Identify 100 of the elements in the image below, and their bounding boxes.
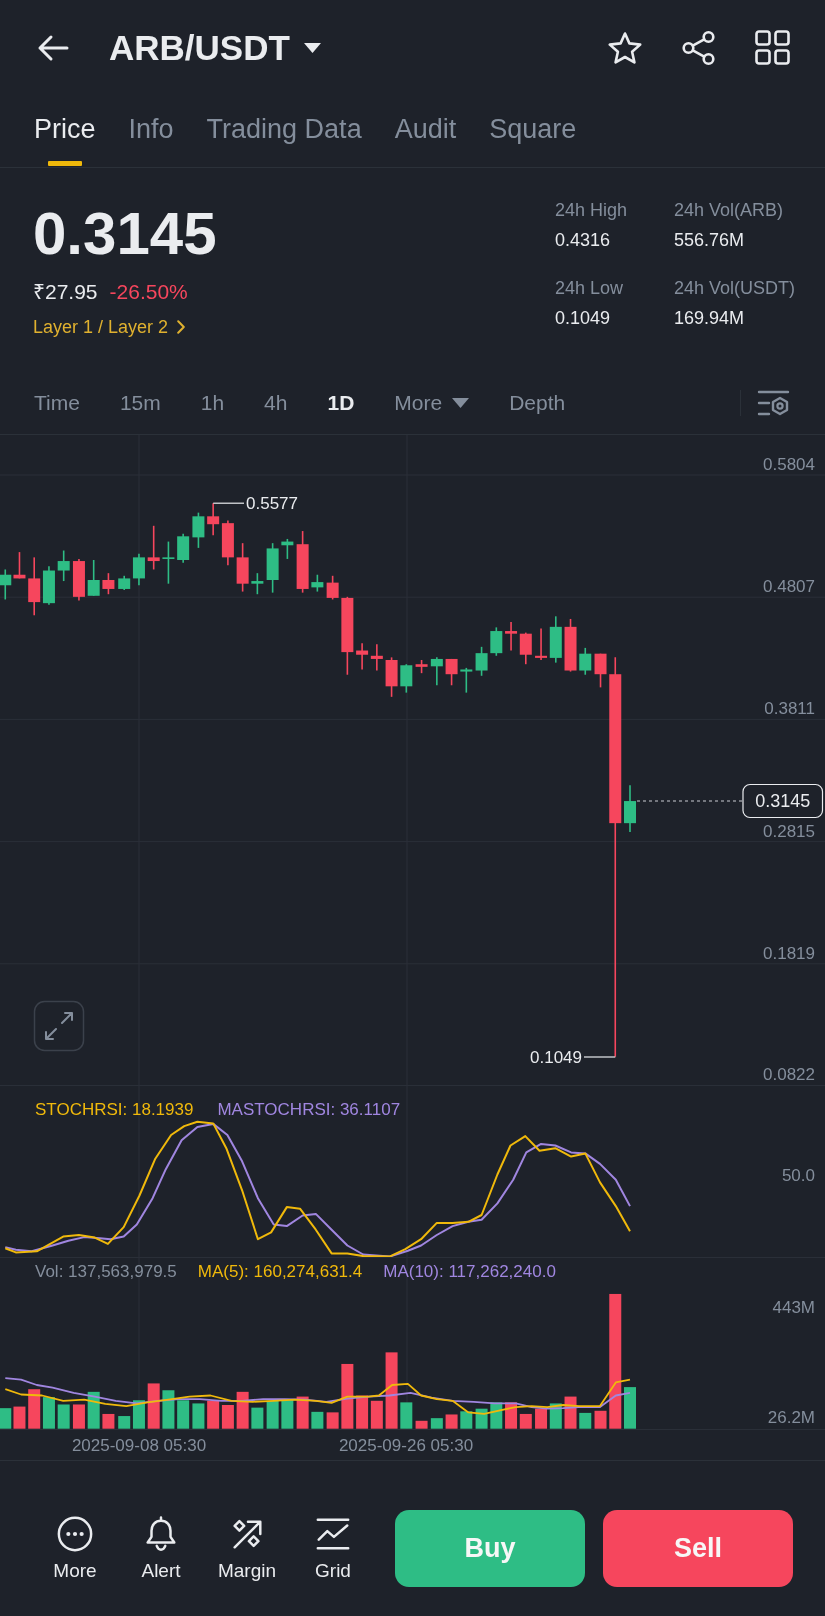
rising-candle (460, 667, 473, 694)
tab[interactable]: Info (128, 113, 174, 167)
toolbar-button[interactable]: Margin (204, 1514, 290, 1582)
indicator-axis-label: 50.0 (781, 1166, 815, 1185)
sell-button[interactable]: Sell (603, 1509, 793, 1587)
volume-bar (42, 1397, 55, 1429)
price-change: -26.50% (109, 279, 188, 305)
falling-candle (505, 621, 518, 652)
falling-candle (356, 642, 369, 671)
interval-tab[interactable]: Time (34, 390, 80, 416)
volume-bar (356, 1395, 369, 1429)
caret-icon (452, 398, 470, 408)
grid-icon[interactable] (755, 30, 790, 65)
volume-bar (370, 1400, 383, 1429)
star-icon[interactable] (608, 31, 642, 64)
interval-tab[interactable]: 4h (264, 390, 288, 416)
rising-candle (490, 626, 503, 657)
volume-bar (28, 1389, 41, 1429)
indicator-legend: Vol: 137,563,979.5 (35, 1262, 177, 1281)
rising-candle (311, 573, 324, 593)
last-price: 0.3145 (33, 201, 217, 267)
falling-candle (415, 659, 428, 674)
volume-bar (445, 1414, 458, 1429)
volume-bar (311, 1411, 324, 1429)
falling-candle (236, 542, 249, 593)
volume-bar (490, 1402, 503, 1429)
volume-bar (535, 1408, 548, 1429)
rising-candle (624, 784, 636, 833)
indicator-legend: MA(10): 117,262,240.0 (383, 1262, 556, 1281)
chart-settings-icon[interactable] (757, 388, 790, 418)
volume-bar (0, 1408, 12, 1429)
rising-candle (579, 647, 592, 676)
volume-bar (624, 1387, 636, 1429)
interval-tab[interactable]: 15m (119, 390, 161, 416)
rising-candle (475, 646, 488, 677)
volume-bar (57, 1404, 70, 1429)
stat-label: 24h High (554, 199, 628, 221)
volume-bar (460, 1411, 473, 1429)
toolbar-button[interactable]: More (32, 1514, 118, 1582)
falling-candle (221, 519, 234, 567)
tab[interactable]: Audit (394, 113, 457, 167)
price-axis-label: 0.1819 (763, 943, 815, 963)
category-link[interactable]: Layer 1 / Layer 2 (33, 316, 186, 338)
toolbar-button[interactable]: Grid (290, 1514, 376, 1582)
falling-candle (28, 556, 41, 617)
stat-value: 169.94M (673, 307, 745, 329)
rising-candle (281, 538, 294, 560)
tab[interactable]: Price (34, 113, 96, 167)
falling-candle (326, 575, 339, 601)
stat-value: 556.76M (673, 229, 745, 251)
rising-candle (162, 540, 175, 585)
rising-candle (251, 572, 264, 595)
volume-bar (296, 1396, 309, 1429)
pair-selector[interactable]: ARB/USDT (109, 26, 321, 69)
volume-bar (326, 1412, 339, 1429)
rising-candle (266, 542, 279, 594)
rising-candle (400, 663, 413, 694)
tab[interactable]: Trading Data (206, 113, 362, 167)
volume-axis-label: 443M (772, 1298, 815, 1317)
falling-candle (207, 502, 220, 537)
chevron-icon (177, 320, 186, 334)
rising-candle (430, 656, 443, 687)
volume-bar (236, 1391, 249, 1429)
tab[interactable]: Square (489, 113, 577, 167)
share-icon[interactable] (682, 29, 715, 66)
price-axis-label: 0.2815 (763, 821, 815, 841)
toolbar-button[interactable]: Alert (118, 1514, 204, 1582)
rising-candle (177, 532, 190, 564)
volume-bar (102, 1413, 115, 1429)
volume-bar (177, 1400, 190, 1429)
indicator-legend: STOCHRSI: 18.1939 (35, 1100, 194, 1119)
caret-icon (303, 42, 321, 53)
time-axis-label: 2025-09-08 05:30 (71, 1436, 207, 1455)
volume-bar (266, 1400, 279, 1429)
rising-candle (57, 549, 70, 582)
volume-bar (415, 1420, 428, 1429)
interval-tab[interactable]: More (394, 390, 470, 416)
indicator-legend: MASTOCHRSI: 36.1107 (217, 1100, 401, 1119)
falling-candle (72, 558, 85, 602)
falling-candle (564, 618, 577, 673)
volume-bar (13, 1406, 26, 1429)
more-icon (56, 1514, 94, 1553)
volume-bar (192, 1403, 205, 1429)
expand-icon[interactable] (33, 1000, 85, 1052)
interval-tab[interactable]: 1D (327, 390, 355, 416)
high-price-label: 0.5577 (246, 494, 298, 513)
volume-bar (579, 1412, 592, 1429)
rising-candle (0, 568, 12, 601)
falling-candle (594, 652, 607, 689)
falling-candle (385, 656, 398, 698)
indicator-legend: MA(5): 160,274,631.4 (197, 1262, 363, 1281)
price-axis-label: 0.5804 (763, 455, 815, 474)
interval-tab[interactable]: Depth (509, 390, 566, 416)
interval-tab[interactable]: 1h (200, 390, 225, 416)
back-icon[interactable] (37, 33, 69, 62)
falling-candle (13, 551, 26, 580)
stat-label: 24h Vol(USDT) (673, 277, 795, 299)
falling-candle (296, 530, 309, 594)
time-axis-label: 2025-09-26 05:30 (338, 1436, 474, 1455)
leader-line (583, 1056, 616, 1058)
